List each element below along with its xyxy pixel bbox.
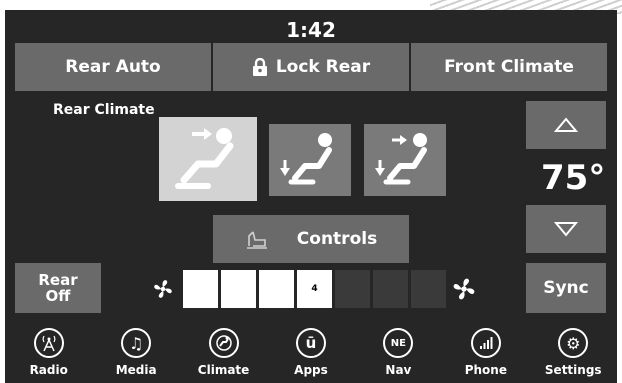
nav-label: Radio bbox=[29, 363, 68, 377]
nav-label: Media bbox=[115, 363, 157, 377]
mode-face-button[interactable] bbox=[159, 117, 257, 201]
nav-phone[interactable]: Phone bbox=[442, 326, 529, 383]
lock-rear-button[interactable]: Lock Rear bbox=[213, 43, 409, 91]
rear-climate-label: Rear Climate bbox=[53, 102, 155, 118]
fan-segment[interactable] bbox=[411, 270, 446, 308]
nav-media[interactable]: ♫ Media bbox=[92, 326, 179, 383]
compass-icon: NE bbox=[383, 328, 414, 358]
bottom-nav: Radio ♫ Media Climate ū Apps NE Nav Phon… bbox=[5, 326, 617, 383]
nav-label: Settings bbox=[544, 363, 602, 377]
rear-off-button[interactable]: Rear Off bbox=[15, 263, 101, 313]
radio-icon bbox=[33, 328, 64, 358]
music-note-icon: ♫ bbox=[121, 328, 152, 358]
front-climate-button[interactable]: Front Climate bbox=[411, 43, 607, 91]
sync-label: Sync bbox=[543, 278, 589, 298]
nav-nav[interactable]: NE Nav bbox=[355, 326, 442, 383]
front-climate-label: Front Climate bbox=[444, 57, 574, 77]
lock-icon bbox=[252, 58, 267, 76]
nav-label: Phone bbox=[464, 363, 507, 377]
sync-button[interactable]: Sync bbox=[526, 263, 606, 313]
triangle-down-icon bbox=[554, 222, 578, 237]
fan-low-icon bbox=[154, 280, 172, 298]
nav-label: Climate bbox=[197, 363, 250, 377]
seat-face-vent-icon bbox=[175, 128, 234, 189]
nav-radio[interactable]: Radio bbox=[5, 326, 92, 383]
controls-label: Controls bbox=[296, 229, 378, 249]
mode-floor-button[interactable] bbox=[269, 124, 351, 196]
fan-level-label: 4 bbox=[311, 284, 318, 294]
fan-speed-bar[interactable]: 4 bbox=[183, 270, 446, 308]
mode-face-floor-button[interactable] bbox=[364, 124, 446, 196]
rear-auto-label: Rear Auto bbox=[65, 57, 161, 77]
climate-icon bbox=[208, 328, 239, 358]
fan-high-icon bbox=[453, 278, 475, 300]
fan-segment[interactable] bbox=[335, 270, 370, 308]
nav-label: Nav bbox=[385, 363, 412, 377]
gear-icon: ⚙ bbox=[558, 328, 589, 358]
temp-up-button[interactable] bbox=[526, 101, 606, 149]
nav-settings[interactable]: ⚙ Settings bbox=[530, 326, 617, 383]
apps-icon: ū bbox=[295, 328, 326, 358]
nav-label: Apps bbox=[294, 363, 328, 377]
lock-rear-label: Lock Rear bbox=[275, 57, 371, 77]
nav-climate[interactable]: Climate bbox=[180, 326, 267, 383]
temp-down-button[interactable] bbox=[526, 205, 606, 253]
rear-off-line2: Off bbox=[45, 287, 71, 305]
phone-signal-icon bbox=[470, 328, 501, 358]
seat-controls-icon bbox=[246, 231, 267, 249]
nav-apps[interactable]: ū Apps bbox=[267, 326, 354, 383]
controls-button[interactable]: Controls bbox=[213, 215, 409, 263]
triangle-up-icon bbox=[554, 117, 578, 132]
fan-segment[interactable] bbox=[221, 270, 256, 308]
fan-segment[interactable] bbox=[373, 270, 408, 308]
rear-temperature: 75° bbox=[541, 158, 606, 198]
fan-segment[interactable] bbox=[183, 270, 218, 308]
fan-segment[interactable] bbox=[259, 270, 294, 308]
fan-segment-current[interactable]: 4 bbox=[297, 270, 332, 308]
climate-screen: 1:42 Rear Auto Lock Rear Front Climate R… bbox=[5, 10, 617, 383]
seat-face-floor-vent-icon bbox=[375, 133, 427, 185]
rear-off-line1: Rear bbox=[38, 271, 78, 289]
seat-floor-vent-icon bbox=[280, 133, 332, 185]
rear-auto-button[interactable]: Rear Auto bbox=[15, 43, 211, 91]
